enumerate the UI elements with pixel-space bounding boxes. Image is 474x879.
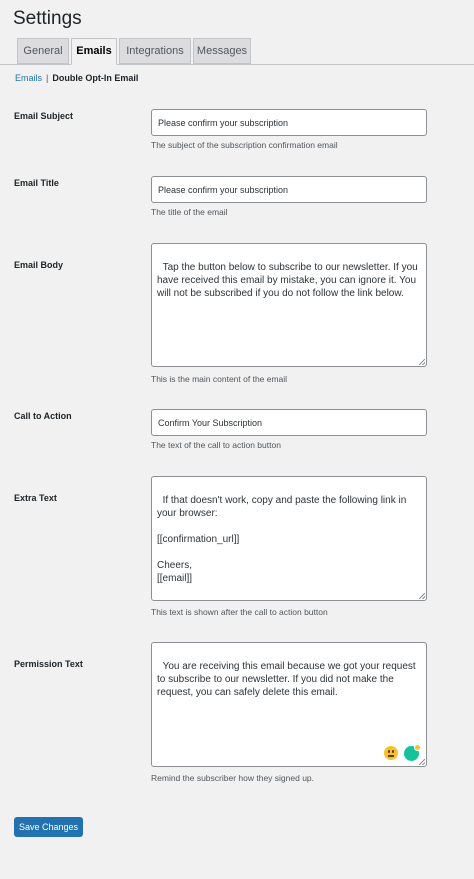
emoji-smiley-icon[interactable] [384,746,398,760]
extra-text-label: Extra Text [14,493,57,503]
extra-text-text: If that doesn't work, copy and paste the… [157,495,407,584]
permission-text-description: Remind the subscriber how they signed up… [151,773,315,783]
extra-text-textarea[interactable]: If that doesn't work, copy and paste the… [151,476,427,601]
email-subject-input[interactable] [151,109,427,136]
tab-emails[interactable]: Emails [71,38,117,65]
emoji-right-eye [392,750,394,753]
call-to-action-description: The text of the call to action button [151,440,281,450]
resize-handle-icon[interactable] [419,593,425,599]
breadcrumb-emails-link[interactable]: Emails [15,73,42,83]
save-changes-button[interactable]: Save Changes [14,817,83,837]
breadcrumb-separator: | [46,73,49,83]
emoji-left-eye [388,750,390,753]
email-title-description: The title of the email [151,207,228,217]
email-body-text: Tap the button below to subscribe to our… [157,262,421,299]
resize-handle-icon[interactable] [419,759,425,765]
page-title: Settings [13,8,82,29]
email-body-textarea[interactable]: Tap the button below to subscribe to our… [151,243,427,367]
extra-text-description: This text is shown after the call to act… [151,607,328,617]
email-title-input[interactable] [151,176,427,203]
settings-tabs: General Emails Integrations Messages [0,38,474,65]
email-body-description: This is the main content of the email [151,374,288,384]
breadcrumb-current: Double Opt-In Email [52,73,139,83]
grammarly-badge-dot [414,744,421,751]
tab-integrations[interactable]: Integrations [119,38,191,64]
emoji-mouth [388,755,394,757]
tab-general[interactable]: General [17,38,69,64]
grammarly-icon[interactable]: G [404,744,421,761]
email-title-label: Email Title [14,178,59,188]
breadcrumb: Emails | Double Opt-In Email [15,73,138,83]
email-subject-label: Email Subject [14,111,74,121]
email-subject-description: The subject of the subscription confirma… [151,140,338,150]
permission-text-textarea[interactable]: You are receiving this email because we … [151,642,427,767]
email-body-label: Email Body [14,260,64,270]
resize-handle-icon[interactable] [419,359,425,365]
call-to-action-input[interactable] [151,409,427,436]
call-to-action-label: Call to Action [14,411,72,421]
permission-text-text: You are receiving this email because we … [157,661,419,698]
permission-text-label: Permission Text [14,659,83,669]
tab-messages[interactable]: Messages [193,38,251,64]
